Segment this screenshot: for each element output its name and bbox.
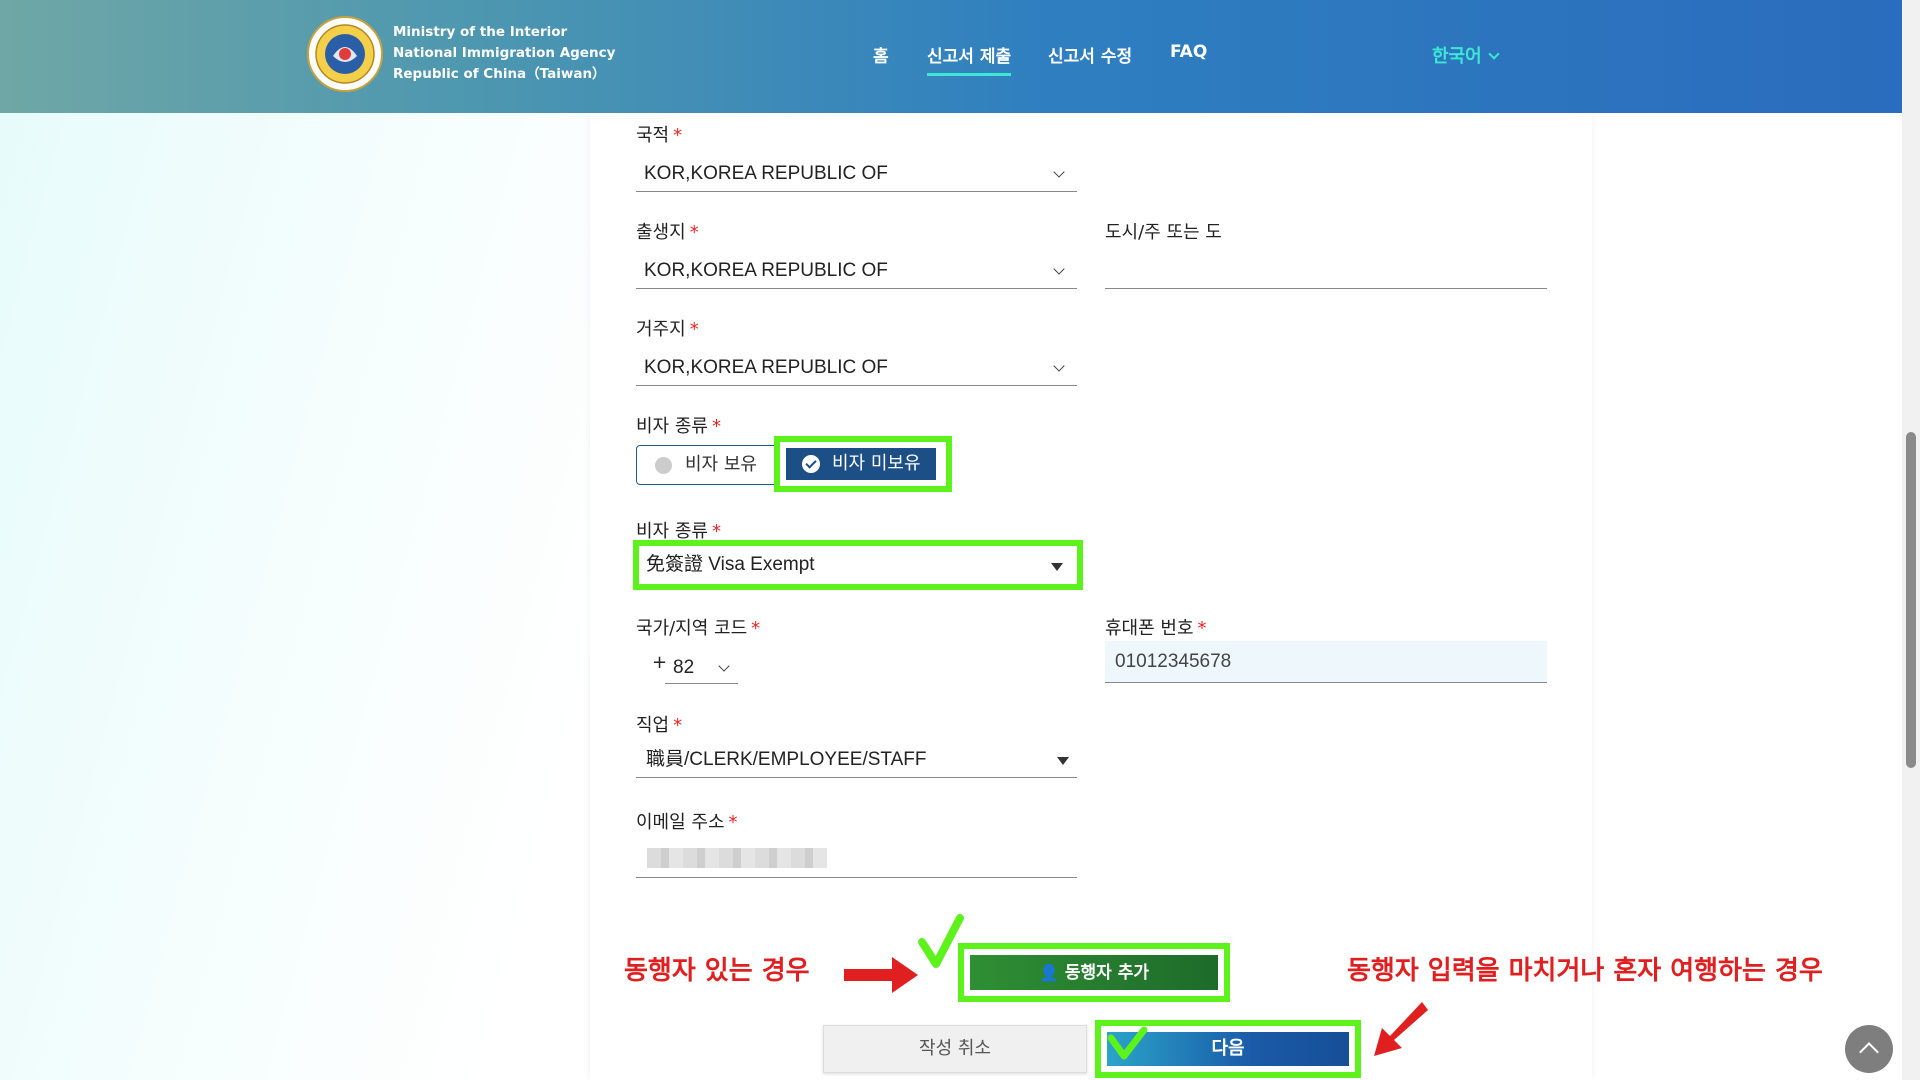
- scrollbar-thumb[interactable]: [1906, 432, 1916, 768]
- add-companion-button[interactable]: 👤 동행자 추가: [970, 955, 1218, 990]
- checkmark-icon: [1107, 1026, 1148, 1060]
- add-user-icon: 👤: [1038, 963, 1059, 982]
- nav-edit[interactable]: 신고서 수정: [1048, 42, 1132, 67]
- residence-select[interactable]: KOR,KOREA REPUBLIC OF: [636, 350, 1077, 386]
- chevron-down-icon: [718, 660, 730, 672]
- birthplace-select[interactable]: KOR,KOREA REPUBLIC OF: [636, 253, 1077, 289]
- arrow-down-left-icon: [1374, 1002, 1428, 1056]
- cancel-button[interactable]: 작성 취소: [823, 1025, 1087, 1073]
- agency-name: Ministry of the Interior National Immigr…: [393, 22, 615, 85]
- occupation-label: 직업 *: [636, 715, 683, 736]
- chevron-down-icon: [1053, 166, 1065, 178]
- add-companion-label: 동행자 추가: [1064, 963, 1150, 983]
- agency-line-1: Ministry of the Interior: [393, 24, 568, 40]
- visa-type-select[interactable]: 免簽證 Visa Exempt: [643, 548, 1071, 582]
- visa-holding-option[interactable]: 비자 보유: [636, 445, 778, 485]
- agency-line-3: Republic of China（Taiwan）: [393, 66, 606, 82]
- nationality-select[interactable]: KOR,KOREA REPUBLIC OF: [636, 156, 1077, 192]
- country-code-label: 국가/지역 코드 *: [636, 618, 761, 639]
- city-input[interactable]: [1105, 253, 1547, 289]
- radio-unchecked-icon: [655, 457, 672, 474]
- arrow-right-icon: [844, 957, 918, 993]
- visa-none-label: 비자 미보유: [832, 453, 921, 474]
- chevron-down-icon: [1053, 360, 1065, 372]
- check-circle-icon: [802, 455, 820, 473]
- nav-home[interactable]: 홈: [873, 42, 889, 67]
- scroll-to-top-button[interactable]: [1845, 1025, 1893, 1073]
- occupation-value: 職員/CLERK/EMPLOYEE/STAFF: [646, 749, 927, 770]
- birthplace-label: 출생지 *: [636, 222, 699, 243]
- chevron-down-icon: [1053, 263, 1065, 275]
- mobile-value: 01012345678: [1115, 651, 1232, 672]
- agency-line-2: National Immigration Agency: [393, 45, 616, 61]
- dropdown-arrow-icon: [1051, 563, 1063, 571]
- visa-type-label: 비자 종류 *: [636, 416, 721, 437]
- email-label: 이메일 주소 *: [636, 812, 738, 833]
- nav-submit[interactable]: 신고서 제출: [927, 42, 1012, 76]
- annotation-with-companion: 동행자 있는 경우: [624, 956, 810, 986]
- country-code-value: 82: [673, 657, 695, 678]
- occupation-select[interactable]: 職員/CLERK/EMPLOYEE/STAFF: [636, 742, 1077, 778]
- nav-faq[interactable]: FAQ: [1170, 42, 1207, 62]
- visa-type-value: 免簽證 Visa Exempt: [646, 554, 815, 575]
- next-label: 다음: [1211, 1038, 1245, 1059]
- agency-logo[interactable]: [307, 16, 383, 92]
- nationality-label: 국적 *: [636, 125, 683, 146]
- residence-label: 거주지 *: [636, 319, 699, 340]
- language-label: 한국어: [1432, 46, 1482, 67]
- site-header: Ministry of the Interior National Immigr…: [0, 0, 1902, 113]
- country-code-select[interactable]: 82: [665, 648, 738, 684]
- city-label: 도시/주 또는 도: [1105, 222, 1222, 243]
- dropdown-arrow-icon: [1057, 757, 1069, 765]
- nationality-value: KOR,KOREA REPUBLIC OF: [644, 163, 888, 184]
- annotation-alone: 동행자 입력을 마치거나 혼자 여행하는 경우: [1347, 956, 1823, 986]
- birthplace-value: KOR,KOREA REPUBLIC OF: [644, 260, 888, 281]
- mobile-input[interactable]: 01012345678: [1105, 641, 1547, 683]
- visa-none-option[interactable]: 비자 미보유: [786, 448, 936, 480]
- chevron-down-icon: [1488, 48, 1500, 60]
- visa-holding-label: 비자 보유: [685, 454, 757, 475]
- email-redacted: [647, 848, 827, 868]
- mobile-label: 휴대폰 번호 *: [1105, 618, 1207, 639]
- residence-value: KOR,KOREA REPUBLIC OF: [644, 357, 888, 378]
- language-selector[interactable]: 한국어: [1432, 42, 1500, 68]
